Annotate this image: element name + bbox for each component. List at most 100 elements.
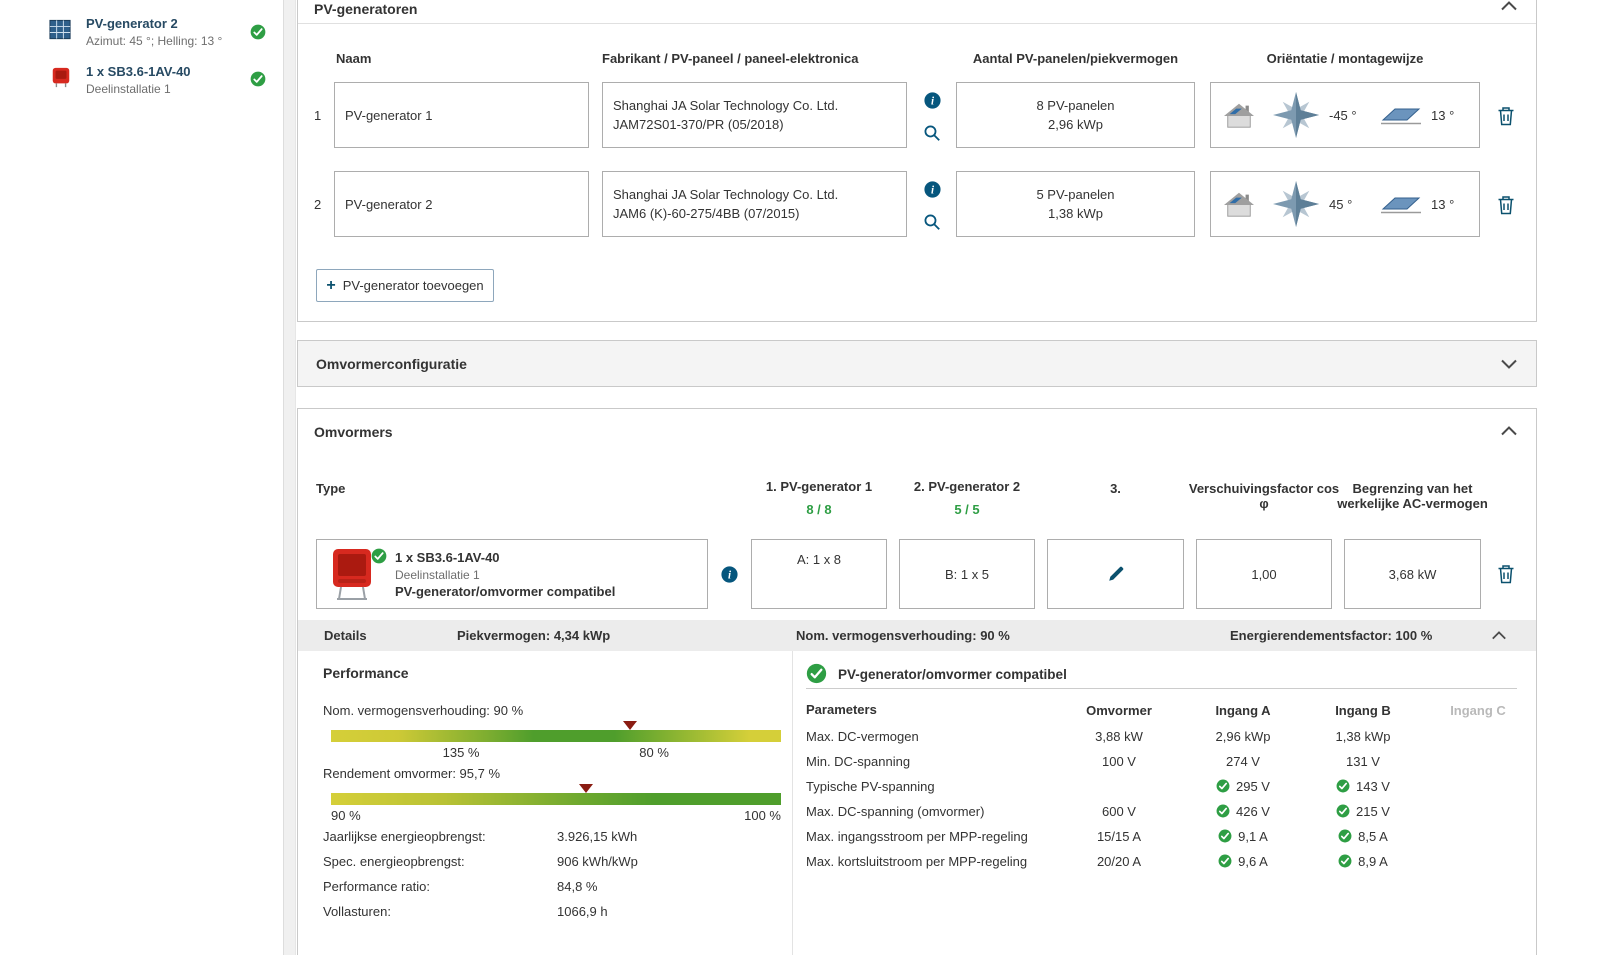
add-pv-generator-button[interactable]: + PV-generator toevoegen — [316, 269, 494, 302]
param-ingang-b: 8,5 A — [1303, 827, 1423, 845]
vertical-scrollbar[interactable] — [283, 0, 296, 955]
cos-phi-value: 1,00 — [1251, 566, 1277, 582]
panel-selector[interactable]: Shanghai JA Solar Technology Co. Ltd. JA… — [602, 171, 907, 237]
pencil-icon[interactable] — [1107, 565, 1125, 583]
collapse-chevron-up-icon[interactable] — [1500, 426, 1518, 436]
param-omvormer: 600 V — [1059, 802, 1179, 820]
param-ingang-a: 295 V — [1183, 777, 1303, 795]
sidebar-item-inverter[interactable]: 1 x SB3.6-1AV-40 Deelinstallatie 1 — [0, 60, 283, 106]
trash-icon[interactable] — [1497, 195, 1515, 215]
kv-label: Jaarlijkse energieopbrengst: — [323, 829, 486, 844]
magnifier-icon[interactable] — [923, 213, 941, 231]
azimuth-value: 45 ° — [1329, 196, 1353, 212]
param-value: 9,1 A — [1238, 828, 1268, 844]
ac-limit-value: 3,68 kW — [1388, 566, 1437, 582]
energy-factor-summary: Energierendementsfactor: 100 % — [1230, 628, 1433, 643]
details-divider — [792, 651, 793, 955]
tilt-value: 13 ° — [1431, 107, 1455, 123]
col-header-parameters: Parameters — [806, 702, 877, 717]
kv-value: 1066,9 h — [557, 904, 608, 919]
compat-divider — [806, 688, 1517, 689]
check-circle-icon — [806, 663, 827, 684]
param-ingang-a: 426 V — [1183, 802, 1303, 820]
param-value: 600 V — [1102, 803, 1136, 819]
panel-selector[interactable]: Shanghai JA Solar Technology Co. Ltd. JA… — [602, 82, 907, 148]
orientation-selector[interactable]: 45 ° 13 ° — [1210, 171, 1480, 237]
col-label: Ingang B — [1335, 702, 1391, 718]
solar-panel-icon — [48, 17, 73, 43]
info-icon[interactable]: i — [924, 181, 941, 198]
bar1-label: Nom. vermogensverhouding: 90 % — [323, 703, 524, 718]
input-b-value: B: 1 x 5 — [944, 566, 990, 582]
param-ingang-b: 143 V — [1303, 777, 1423, 795]
col-header-aantal: Aantal PV-panelen/piekvermogen — [972, 51, 1179, 66]
col-label: Ingang A — [1215, 702, 1271, 718]
nominal-ratio-summary: Nom. vermogensverhouding: 90 % — [796, 628, 1010, 643]
pv-name-input[interactable] — [334, 82, 589, 148]
pv-name-input[interactable] — [334, 171, 589, 237]
plus-icon: + — [326, 276, 336, 294]
col-header-omvormer: Omvormer — [1059, 702, 1179, 718]
magnifier-icon[interactable] — [923, 124, 941, 142]
gauge-tick: 135 % — [442, 745, 480, 760]
input-a-box[interactable]: A: 1 x 8 — [751, 539, 887, 609]
col-header-cos-phi: Verschuivingsfactor cos φ — [1188, 481, 1340, 511]
azimuth-value: -45 ° — [1329, 107, 1357, 123]
kv-value: 906 kWh/kWp — [557, 854, 638, 869]
pv-generatoren-panel: PV-generatoren Naam Fabrikant / PV-panee… — [297, 0, 1537, 322]
gen1-count: 8 / 8 — [806, 502, 832, 517]
inverter-efficiency-gauge: 90 % 100 % — [331, 784, 781, 823]
col-header-gen1: 1. PV-generator 1 8 / 8 — [751, 479, 887, 517]
omvormerconfiguratie-bar[interactable]: Omvormerconfiguratie — [297, 340, 1537, 387]
col-header-type: Type — [316, 481, 346, 496]
check-circle-icon — [1218, 829, 1232, 843]
sidebar: PV-generator 2 Azimut: 45 °; Helling: 13… — [0, 0, 283, 955]
param-value: 2,96 kWp — [1215, 728, 1271, 744]
param-label: Min. DC-spanning — [806, 754, 911, 769]
gen2-label: 2. PV-generator 2 — [913, 479, 1021, 494]
param-value: 3,88 kW — [1095, 728, 1143, 744]
expand-chevron-down-icon[interactable] — [1500, 359, 1518, 369]
info-icon[interactable]: i — [721, 566, 738, 583]
info-icon[interactable]: i — [924, 92, 941, 109]
gen2-count: 5 / 5 — [954, 502, 980, 517]
trash-icon[interactable] — [1497, 564, 1515, 584]
ac-limit-box[interactable]: 3,68 kW — [1344, 539, 1481, 609]
orientation-selector[interactable]: -45 ° 13 ° — [1210, 82, 1480, 148]
input-b-box[interactable]: B: 1 x 5 — [899, 539, 1035, 609]
check-circle-icon — [1216, 804, 1230, 818]
input-c-box[interactable] — [1047, 539, 1184, 609]
trash-icon[interactable] — [1497, 106, 1515, 126]
inverter-compat-status: PV-generator/omvormer compatibel — [395, 584, 616, 599]
param-value: 143 V — [1356, 778, 1390, 794]
omvormers-panel: Omvormers Type 1. PV-generator 1 8 / 8 2… — [297, 408, 1537, 955]
param-label: Max. ingangsstroom per MPP-regeling — [806, 829, 1028, 844]
input-a-value: A: 1 x 8 — [796, 552, 842, 567]
col-header-naam: Naam — [336, 51, 372, 66]
param-value: 8,5 A — [1358, 828, 1388, 844]
panel-count-selector[interactable]: 8 PV-panelen 2,96 kWp — [956, 82, 1195, 148]
param-value: 100 V — [1102, 753, 1136, 769]
param-value: 20/20 A — [1096, 853, 1142, 869]
details-strip[interactable]: Details Piekvermogen: 4,34 kWp Nom. verm… — [298, 620, 1536, 651]
kv-label: Vollasturen: — [323, 904, 391, 919]
gauge-tick: 80 % — [639, 745, 669, 760]
col-header-orientatie: Oriëntatie / montagewijze — [1266, 51, 1424, 66]
col-header-fabrikant: Fabrikant / PV-paneel / paneel-elektroni… — [602, 51, 859, 66]
details-label: Details — [324, 628, 367, 643]
collapse-chevron-up-icon[interactable] — [1500, 1, 1518, 11]
cos-phi-box[interactable]: 1,00 — [1196, 539, 1332, 609]
peak-power: 1,38 kWp — [1048, 206, 1103, 221]
sidebar-item-pv-generator-2[interactable]: PV-generator 2 Azimut: 45 °; Helling: 13… — [0, 12, 283, 58]
panel-count-selector[interactable]: 5 PV-panelen 1,38 kWp — [956, 171, 1195, 237]
peak-power: 2,96 kWp — [1048, 117, 1103, 132]
tilt-value: 13 ° — [1431, 196, 1455, 212]
pv-section-title: PV-generatoren — [314, 1, 418, 17]
row-index: 1 — [314, 108, 322, 123]
sidebar-item-subtitle: Azimut: 45 °; Helling: 13 ° — [86, 34, 223, 48]
collapse-chevron-up-icon[interactable] — [1491, 631, 1507, 640]
check-circle-icon — [250, 24, 266, 40]
param-value: 131 V — [1346, 753, 1380, 769]
inverter-type-box[interactable]: 1 x SB3.6-1AV-40 Deelinstallatie 1 PV-ge… — [316, 539, 708, 609]
param-label: Typische PV-spanning — [806, 779, 935, 794]
